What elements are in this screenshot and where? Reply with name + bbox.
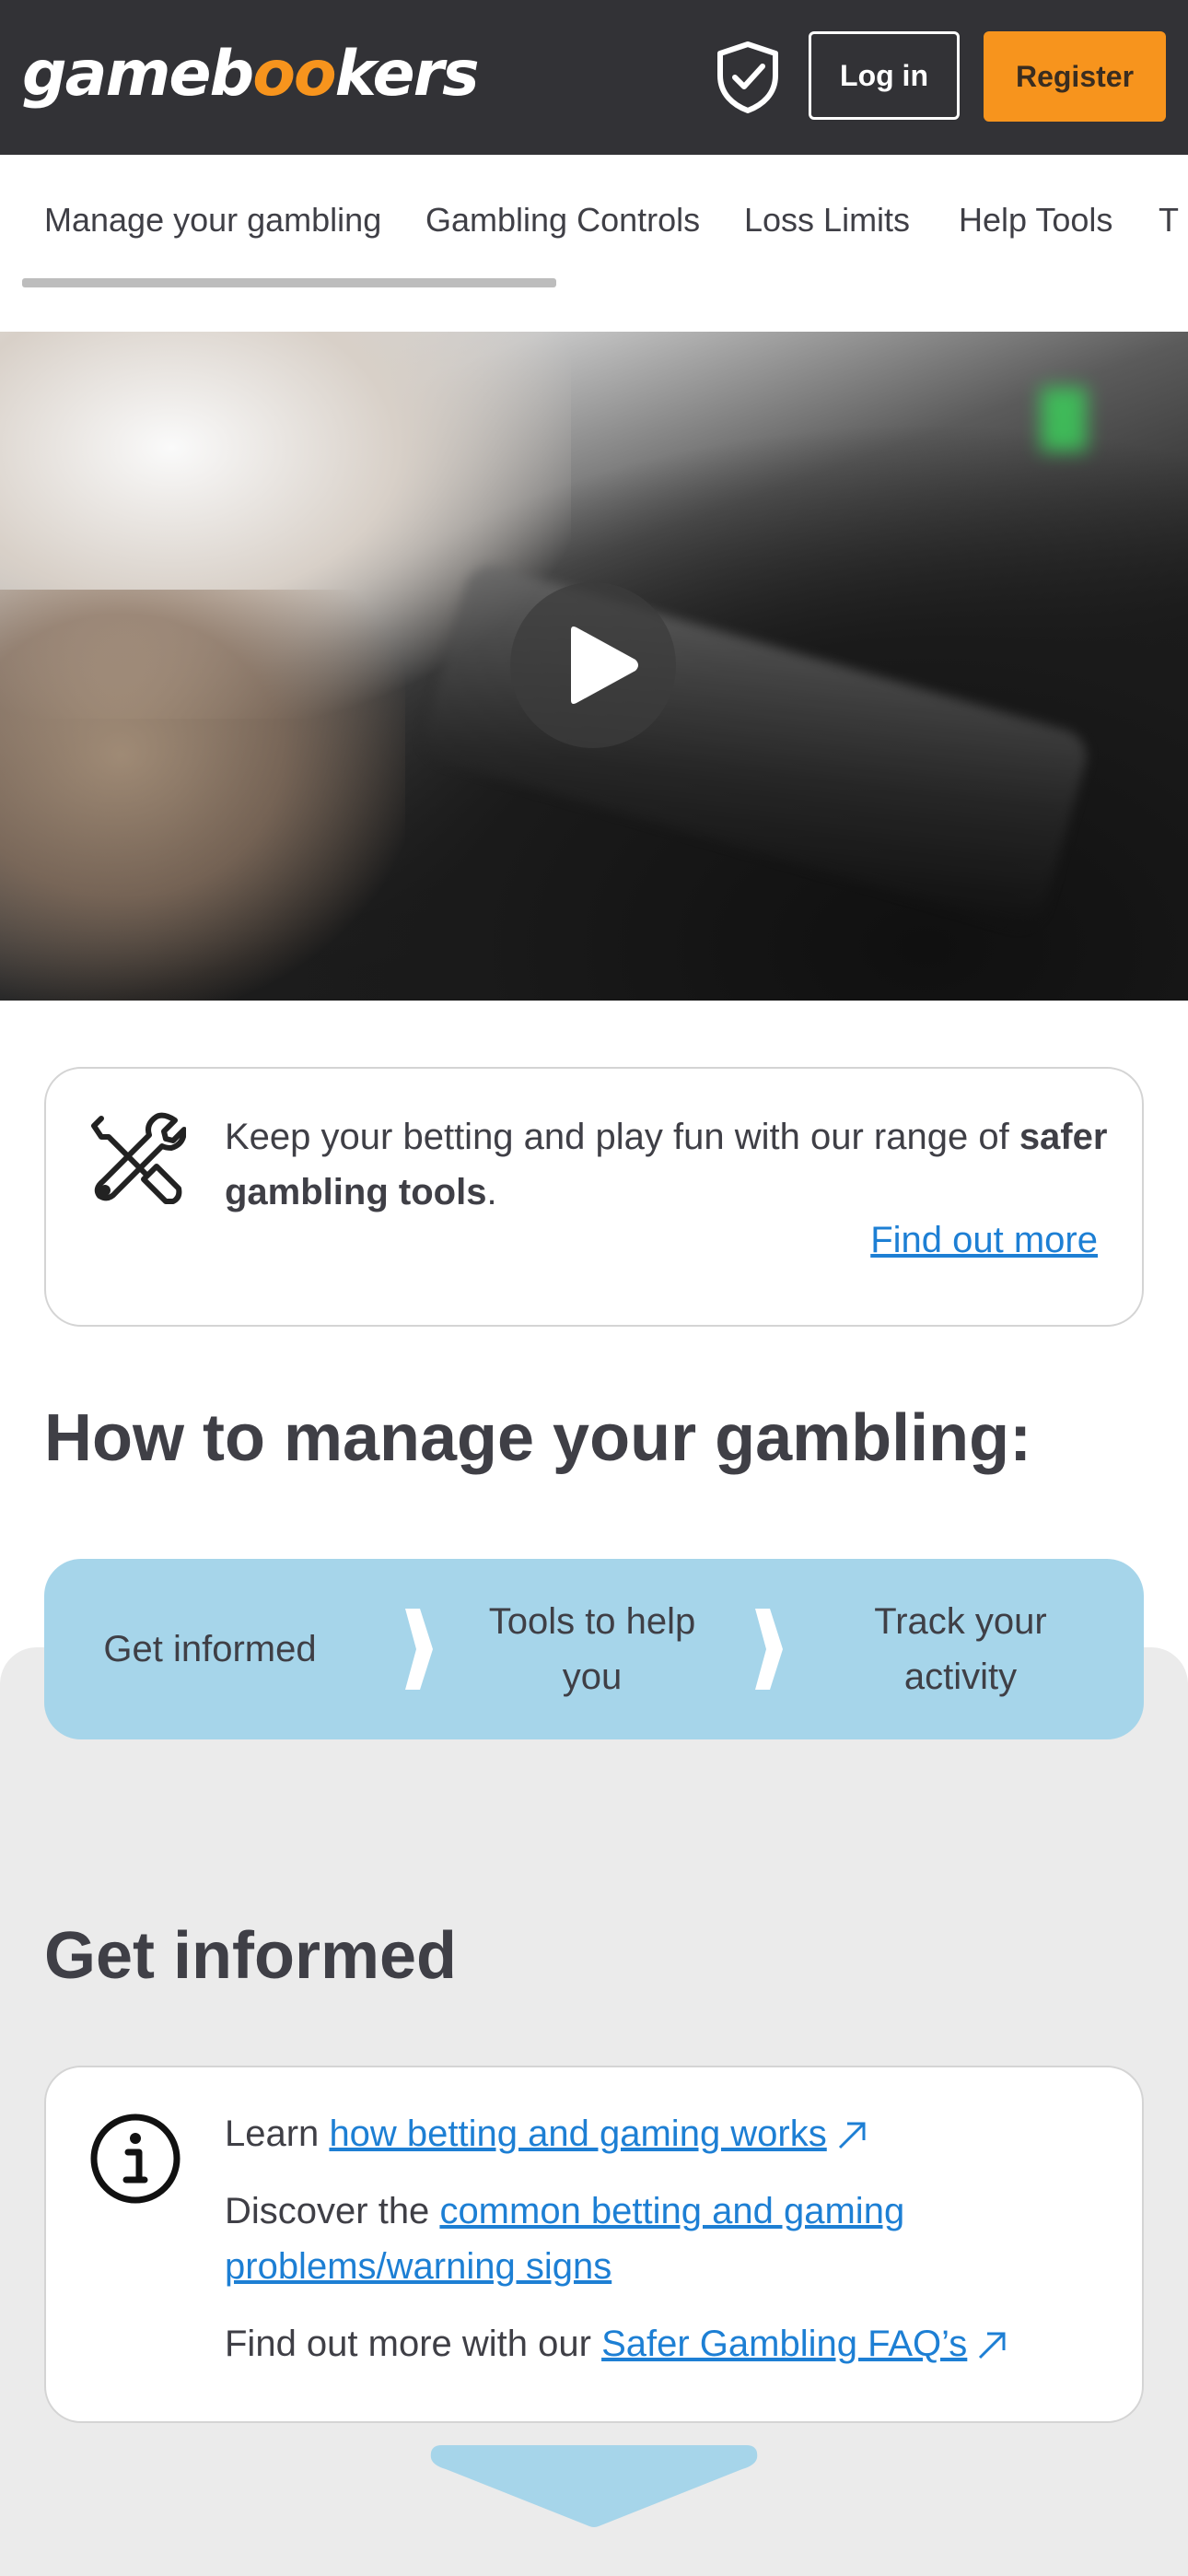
shield-check-icon[interactable] — [715, 41, 781, 114]
tools-icon — [91, 1112, 186, 1204]
tab-gambling-controls[interactable]: Gambling Controls — [425, 201, 700, 240]
info-line-faq: Find out more with our Safer Gambling FA… — [225, 2316, 1109, 2371]
info-icon — [90, 2113, 181, 2204]
hero-blur-phone — [417, 559, 1093, 933]
step-label: Tools to help you — [488, 1601, 696, 1697]
chevron-right-icon — [405, 1609, 433, 1690]
play-icon — [571, 626, 638, 704]
info-line-prefix: Discover the — [225, 2191, 430, 2231]
info-line-prefix: Find out more with our — [225, 2324, 591, 2364]
promo-text-end: . — [486, 1172, 497, 1212]
tab-next-partial[interactable]: T — [1159, 201, 1179, 240]
register-button[interactable]: Register — [984, 31, 1166, 122]
info-line-prefix: Learn — [225, 2113, 320, 2154]
safer-gambling-promo-card: Keep your betting and play fun with our … — [44, 1067, 1144, 1327]
login-button[interactable]: Log in — [809, 31, 960, 120]
tab-help-tools[interactable]: Help Tools — [959, 201, 1112, 240]
step-label: Get informed — [103, 1629, 317, 1669]
safer-gambling-faq-link[interactable]: Safer Gambling FAQ’s — [601, 2324, 967, 2364]
play-button[interactable] — [510, 582, 676, 748]
promo-text-main: Keep your betting and play fun with our … — [225, 1117, 1009, 1157]
promo-text: Keep your betting and play fun with our … — [225, 1109, 1109, 1220]
logo-text-start: gameb — [22, 38, 254, 111]
logo-text-end: kers — [334, 38, 480, 111]
tab-manage-your-gambling[interactable]: Manage your gambling — [44, 201, 381, 240]
chevron-down-icon[interactable] — [429, 2443, 759, 2528]
site-header: gamebookers Log in Register — [0, 0, 1188, 155]
hero-blur-green-light — [1041, 387, 1087, 451]
get-informed-heading: Get informed — [44, 1919, 458, 1993]
find-out-more-link[interactable]: Find out more — [870, 1220, 1098, 1261]
section-tabs: Manage your gambling Gambling Controls L… — [0, 155, 1188, 332]
steps-navigator: Get informed Tools to help you Track you… — [44, 1559, 1144, 1739]
logo-text-oo: oo — [252, 38, 336, 111]
how-betting-works-link[interactable]: how betting and gaming works — [329, 2113, 826, 2154]
step-label: Track your activity — [874, 1601, 1047, 1697]
active-tab-indicator — [22, 278, 556, 287]
chevron-right-icon — [755, 1609, 783, 1690]
external-link-icon — [979, 2332, 1006, 2359]
gamebookers-logo[interactable]: gamebookers — [22, 33, 480, 116]
get-informed-card: Learn how betting and gaming works Disco… — [44, 2066, 1144, 2423]
step-get-informed[interactable]: Get informed — [44, 1559, 376, 1739]
manage-gambling-heading: How to manage your gambling: — [44, 1401, 1032, 1475]
info-line-discover: Discover the common betting and gaming p… — [225, 2184, 1109, 2294]
info-line-learn: Learn how betting and gaming works — [225, 2106, 1109, 2161]
tab-loss-limits[interactable]: Loss Limits — [744, 201, 910, 240]
hero-blur-wood — [0, 590, 405, 1001]
step-track-your-activity[interactable]: Track your activity — [790, 1559, 1131, 1739]
step-tools-to-help-you[interactable]: Tools to help you — [440, 1559, 744, 1739]
external-link-icon — [838, 2122, 866, 2149]
